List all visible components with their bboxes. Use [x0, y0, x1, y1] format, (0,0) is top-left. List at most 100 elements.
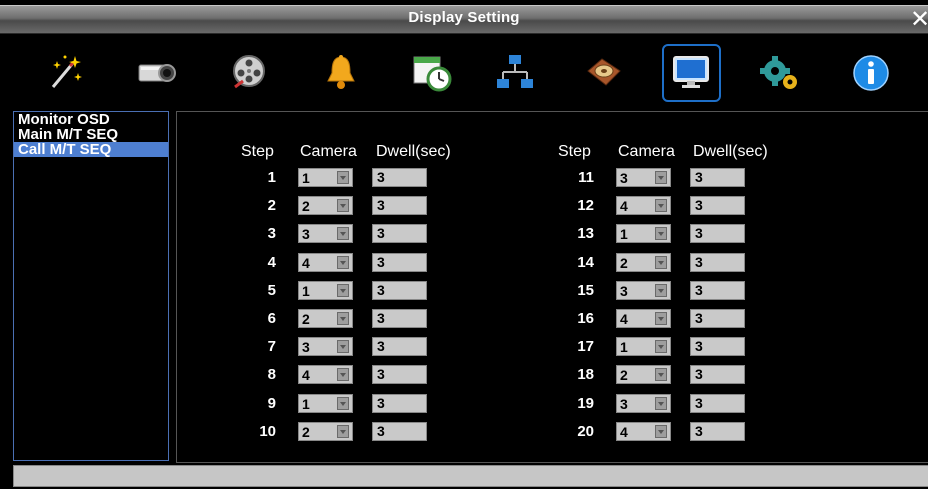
dropdown-arrow-icon[interactable] [655, 425, 667, 438]
dwell-input[interactable]: 3 [372, 196, 427, 215]
left-dwell-header: Dwell(sec) [376, 143, 451, 160]
dropdown-arrow-icon[interactable] [655, 368, 667, 381]
dwell-input[interactable]: 3 [372, 168, 427, 187]
camera-select-value: 1 [620, 226, 628, 242]
tool-network[interactable] [486, 46, 544, 100]
right-camera-header: Camera [618, 143, 675, 160]
dwell-input[interactable]: 3 [372, 337, 427, 356]
tool-storage[interactable] [575, 46, 633, 100]
dwell-input[interactable]: 3 [690, 365, 745, 384]
camera-select[interactable]: 4 [298, 365, 353, 384]
dwell-input[interactable]: 3 [372, 309, 427, 328]
dwell-input[interactable]: 3 [690, 394, 745, 413]
camera-select-value: 3 [620, 396, 628, 412]
tool-display[interactable] [662, 44, 721, 102]
camera-select[interactable]: 2 [616, 365, 671, 384]
camera-select[interactable]: 1 [298, 281, 353, 300]
sidebar-item-monitor-osd[interactable]: Monitor OSD [14, 112, 168, 127]
dropdown-arrow-icon[interactable] [337, 199, 349, 212]
film-reel-icon [233, 55, 265, 89]
dropdown-arrow-icon[interactable] [337, 397, 349, 410]
dwell-input[interactable]: 3 [690, 281, 745, 300]
dropdown-arrow-icon[interactable] [337, 171, 349, 184]
camera-select[interactable]: 4 [616, 196, 671, 215]
gears-icon [760, 56, 797, 89]
dropdown-arrow-icon[interactable] [337, 227, 349, 240]
dwell-input[interactable]: 3 [372, 422, 427, 441]
dropdown-arrow-icon[interactable] [655, 227, 667, 240]
dwell-input[interactable]: 3 [372, 394, 427, 413]
dwell-input[interactable]: 3 [690, 168, 745, 187]
camera-select[interactable]: 1 [616, 337, 671, 356]
dropdown-arrow-icon[interactable] [655, 397, 667, 410]
step-number: 16 [577, 310, 594, 327]
dwell-input[interactable]: 3 [372, 281, 427, 300]
step-number: 15 [577, 282, 594, 299]
tool-playback[interactable] [220, 46, 278, 100]
window-title: Display Setting [408, 9, 520, 26]
step-number: 18 [577, 366, 594, 383]
tool-camera[interactable] [128, 46, 186, 100]
camera-select-value: 1 [302, 283, 310, 299]
status-bar [13, 465, 928, 487]
step-number: 1 [267, 169, 276, 186]
dwell-input[interactable]: 3 [690, 224, 745, 243]
dropdown-arrow-icon[interactable] [655, 284, 667, 297]
dropdown-arrow-icon[interactable] [337, 256, 349, 269]
sidebar-item-call-mt-seq[interactable]: Call M/T SEQ [14, 142, 168, 157]
dwell-input[interactable]: 3 [690, 422, 745, 441]
camera-select[interactable]: 2 [298, 196, 353, 215]
camera-select[interactable]: 4 [616, 309, 671, 328]
tool-schedule[interactable] [403, 46, 461, 100]
step-number: 13 [577, 225, 594, 242]
tool-info[interactable] [842, 46, 900, 100]
alarm-bell-icon [327, 55, 355, 89]
camera-select-value: 2 [302, 198, 310, 214]
dropdown-arrow-icon[interactable] [337, 368, 349, 381]
right-step-header: Step [558, 143, 591, 160]
tool-wizard[interactable] [36, 46, 94, 100]
camera-select-value: 3 [302, 339, 310, 355]
dropdown-arrow-icon[interactable] [655, 312, 667, 325]
camera-select[interactable]: 4 [298, 253, 353, 272]
camera-select[interactable]: 3 [298, 337, 353, 356]
dwell-input[interactable]: 3 [690, 337, 745, 356]
camera-select[interactable]: 3 [616, 281, 671, 300]
close-icon[interactable]: ✕ [910, 6, 928, 33]
dwell-input[interactable]: 3 [372, 253, 427, 272]
sequence-panel [176, 111, 928, 463]
dwell-input[interactable]: 3 [690, 196, 745, 215]
dropdown-arrow-icon[interactable] [337, 425, 349, 438]
dropdown-arrow-icon[interactable] [655, 171, 667, 184]
camera-select[interactable]: 2 [616, 253, 671, 272]
camera-select[interactable]: 4 [616, 422, 671, 441]
camera-select[interactable]: 3 [298, 224, 353, 243]
schedule-clock-icon [413, 56, 452, 92]
dwell-input[interactable]: 3 [372, 224, 427, 243]
step-number: 20 [577, 423, 594, 440]
dropdown-arrow-icon[interactable] [655, 256, 667, 269]
step-number: 4 [267, 254, 276, 271]
camera-select[interactable]: 2 [298, 309, 353, 328]
dwell-input[interactable]: 3 [690, 253, 745, 272]
dropdown-arrow-icon[interactable] [655, 340, 667, 353]
camera-select[interactable]: 3 [616, 394, 671, 413]
camera-select-value: 1 [302, 170, 310, 186]
camera-select[interactable]: 1 [298, 394, 353, 413]
dropdown-arrow-icon[interactable] [337, 312, 349, 325]
dropdown-arrow-icon[interactable] [337, 284, 349, 297]
camera-select-value: 2 [620, 255, 628, 271]
camera-select-value: 4 [620, 198, 628, 214]
camera-select-value: 2 [302, 424, 310, 440]
camera-select[interactable]: 2 [298, 422, 353, 441]
camera-select[interactable]: 3 [616, 168, 671, 187]
camera-select[interactable]: 1 [298, 168, 353, 187]
dwell-input[interactable]: 3 [690, 309, 745, 328]
camera-select[interactable]: 1 [616, 224, 671, 243]
dropdown-arrow-icon[interactable] [337, 340, 349, 353]
dwell-input[interactable]: 3 [372, 365, 427, 384]
tool-alarm[interactable] [312, 46, 370, 100]
sidebar-item-main-mt-seq[interactable]: Main M/T SEQ [14, 127, 168, 142]
tool-system[interactable] [751, 46, 809, 100]
dropdown-arrow-icon[interactable] [655, 199, 667, 212]
